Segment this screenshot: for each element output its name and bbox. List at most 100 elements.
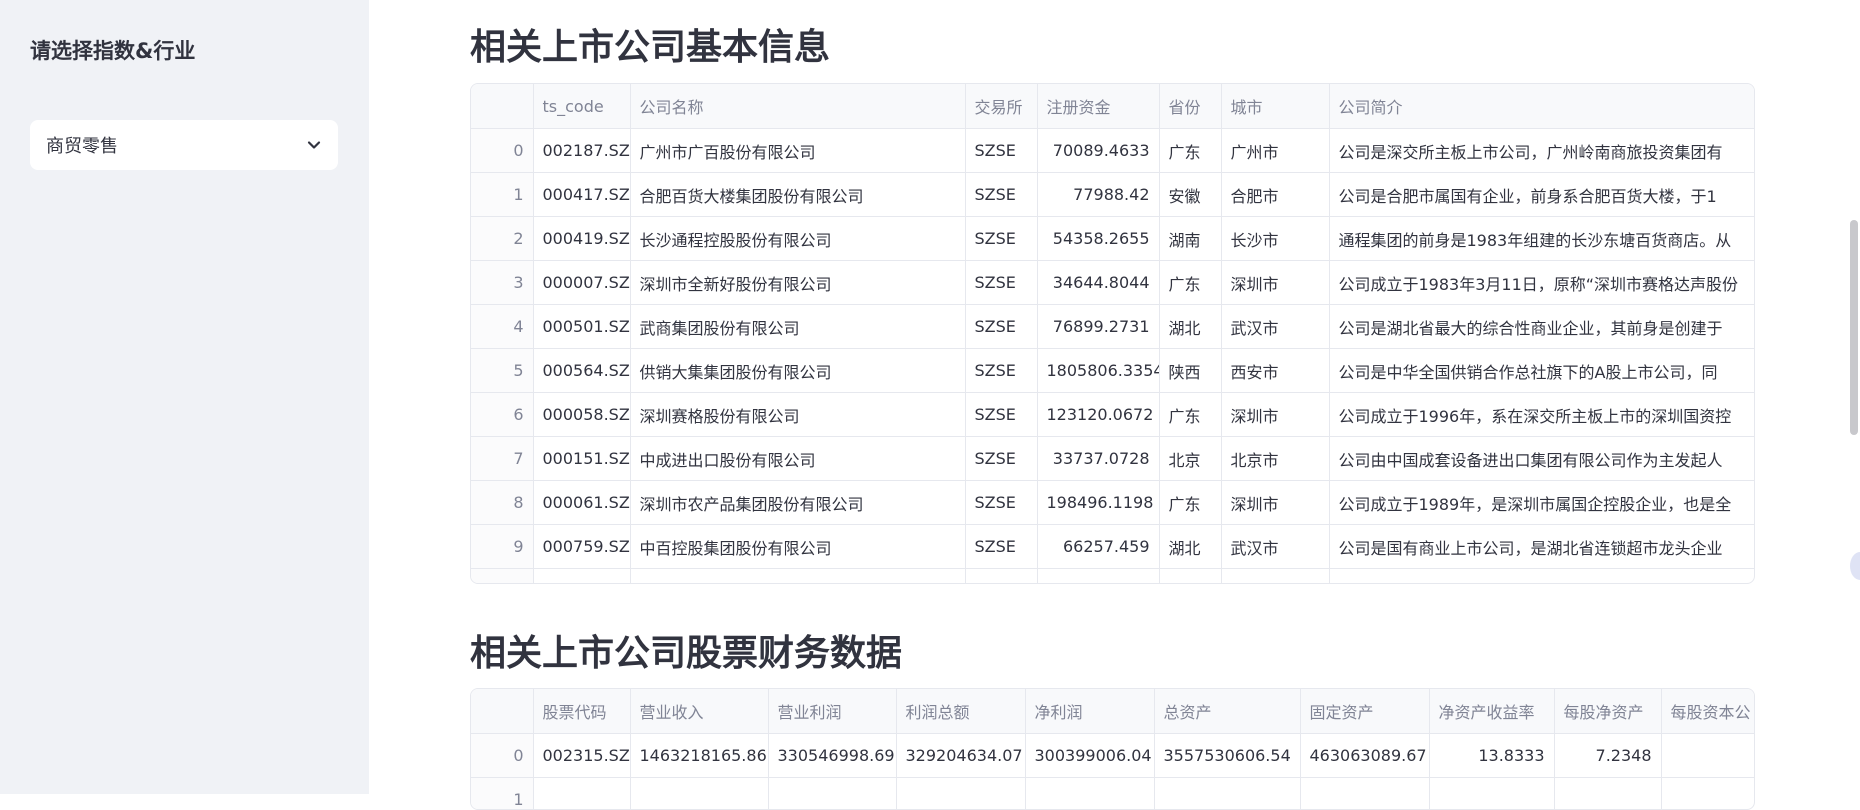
table-cell: 77988.42 [1037,173,1159,217]
column-header[interactable]: 营业利润 [768,689,896,734]
table-cell: 湖北 [1159,305,1221,349]
column-header[interactable]: 每股净资产 [1554,689,1661,734]
column-header[interactable]: ts_code [533,84,630,129]
scrollbar-thumb[interactable] [1850,220,1858,435]
page-scrollbar[interactable] [1848,0,1860,794]
table-cell: 西安市 [1221,349,1329,393]
table-cell: 13.8333 [1429,734,1554,778]
table-cell: 北京 [1159,437,1221,481]
company-row[interactable]: 6000058.SZ深圳赛格股份有限公司SZSE123120.0672广东深圳市… [471,393,1755,437]
table-cell: 300399006.04 [1025,734,1154,778]
table-cell: 123120.0672 [1037,393,1159,437]
table-cell: 1463218165.86 [630,734,768,778]
company-row[interactable]: 2000419.SZ长沙通程控股股份有限公司SZSE54358.2655湖南长沙… [471,217,1755,261]
column-header[interactable]: 公司名称 [630,84,965,129]
table-cell: 合肥市 [1221,173,1329,217]
table-cell: 深圳市 [1221,261,1329,305]
row-index: 7 [471,437,533,481]
table-cell: 陕西 [1159,349,1221,393]
table-cell: 002315.SZ [533,734,630,778]
table-cell [1329,569,1755,585]
table-cell: 000419.SZ [533,217,630,261]
table-cell: 深圳市农产品集团股份有限公司 [630,481,965,525]
table-cell: 463063089.67 [1300,734,1429,778]
table-cell: 7.2348 [1554,734,1661,778]
column-header[interactable]: 每股资本公 [1661,689,1755,734]
row-index: 9 [471,525,533,569]
table-cell: SZSE [965,481,1037,525]
column-header[interactable]: 总资产 [1154,689,1300,734]
table-cell: 武汉市 [1221,305,1329,349]
table-cell [1221,569,1329,585]
financial-data-table[interactable]: 股票代码营业收入营业利润利润总额净利润总资产固定资产净资产收益率每股净资产每股资… [470,688,1755,810]
table-cell [533,569,630,585]
table-cell: 198496.1198 [1037,481,1159,525]
table-cell [630,569,965,585]
table-cell: 深圳市 [1221,481,1329,525]
column-header[interactable]: 公司简介 [1329,84,1755,129]
column-header[interactable]: 省份 [1159,84,1221,129]
industry-select[interactable]: 商贸零售 [30,120,338,170]
table-cell: 76899.2731 [1037,305,1159,349]
column-header[interactable]: 固定资产 [1300,689,1429,734]
company-row[interactable]: 9000759.SZ中百控股集团股份有限公司SZSE66257.459湖北武汉市… [471,525,1755,569]
table-cell: 湖南 [1159,217,1221,261]
table-cell: 3.6 [1661,734,1755,778]
row-index: 6 [471,393,533,437]
table-cell: 武汉市 [1221,525,1329,569]
table-cell: 3557530606.54 [1154,734,1300,778]
table-cell: 深圳赛格股份有限公司 [630,393,965,437]
table-cell: 000564.SZ [533,349,630,393]
table-cell: 供销大集集团股份有限公司 [630,349,965,393]
table-cell: 66257.459 [1037,525,1159,569]
index-header[interactable] [471,84,533,129]
table-cell: 330546998.69 [768,734,896,778]
table-cell: 广东 [1159,481,1221,525]
table-cell: 000058.SZ [533,393,630,437]
column-header[interactable]: 营业收入 [630,689,768,734]
company-row[interactable]: 4000501.SZ武商集团股份有限公司SZSE76899.2731湖北武汉市公… [471,305,1755,349]
table-cell: SZSE [965,217,1037,261]
column-header[interactable]: 交易所 [965,84,1037,129]
row-index: 0 [471,129,533,173]
company-row[interactable]: 5000564.SZ供销大集集团股份有限公司SZSE1805806.3354陕西… [471,349,1755,393]
table-cell: 安徽 [1159,173,1221,217]
table-cell: 公司是湖北省最大的综合性商业企业，其前身是创建于 [1329,305,1755,349]
company-row[interactable]: 8000061.SZ深圳市农产品集团股份有限公司SZSE198496.1198广… [471,481,1755,525]
column-header[interactable]: 城市 [1221,84,1329,129]
company-row[interactable]: 7000151.SZ中成进出口股份有限公司SZSE33737.0728北京北京市… [471,437,1755,481]
table-cell: 329204634.07 [896,734,1025,778]
column-header[interactable]: 净资产收益率 [1429,689,1554,734]
company-row[interactable]: 1000417.SZ合肥百货大楼集团股份有限公司SZSE77988.42安徽合肥… [471,173,1755,217]
column-header[interactable]: 股票代码 [533,689,630,734]
column-header[interactable]: 注册资金 [1037,84,1159,129]
table-cell: 000151.SZ [533,437,630,481]
sidebar-title: 请选择指数&行业 [30,35,195,65]
table-cell: SZSE [965,305,1037,349]
section-title-basic-info: 相关上市公司基本信息 [470,18,830,70]
table-cell: 广东 [1159,129,1221,173]
row-index: 3 [471,261,533,305]
table-cell: 公司成立于1996年，系在深交所主板上市的深圳国资控 [1329,393,1755,437]
table-cell: SZSE [965,173,1037,217]
table-cell: SZSE [965,437,1037,481]
table-cell: 中成进出口股份有限公司 [630,437,965,481]
table-cell: 33737.0728 [1037,437,1159,481]
table-cell: 长沙市 [1221,217,1329,261]
table-cell: 公司是合肥市属国有企业，前身系合肥百货大楼，于1 [1329,173,1755,217]
company-info-table[interactable]: ts_code公司名称交易所注册资金省份城市公司简介 0002187.SZ广州市… [470,83,1755,584]
table-cell: 公司成立于1989年，是深圳市属国企控股企业，也是全 [1329,481,1755,525]
row-index: 5 [471,349,533,393]
column-header[interactable]: 利润总额 [896,689,1025,734]
table-cell: 公司由中国成套设备进出口集团有限公司作为主发起人 [1329,437,1755,481]
column-header[interactable]: 净利润 [1025,689,1154,734]
table-cell: 通程集团的前身是1983年组建的长沙东塘百货商店。从 [1329,217,1755,261]
company-row[interactable]: 0002187.SZ广州市广百股份有限公司SZSE70089.4633广东广州市… [471,129,1755,173]
financial-row[interactable]: 0002315.SZ1463218165.86330546998.6932920… [471,734,1755,778]
table-cell: 70089.4633 [1037,129,1159,173]
company-row[interactable]: 3000007.SZ深圳市全新好股份有限公司SZSE34644.8044广东深圳… [471,261,1755,305]
table-cell: 公司是中华全国供销合作总社旗下的A股上市公司，同 [1329,349,1755,393]
table-cell: 002187.SZ [533,129,630,173]
company-row[interactable]: 10 [471,569,1755,585]
index-header[interactable] [471,689,533,734]
